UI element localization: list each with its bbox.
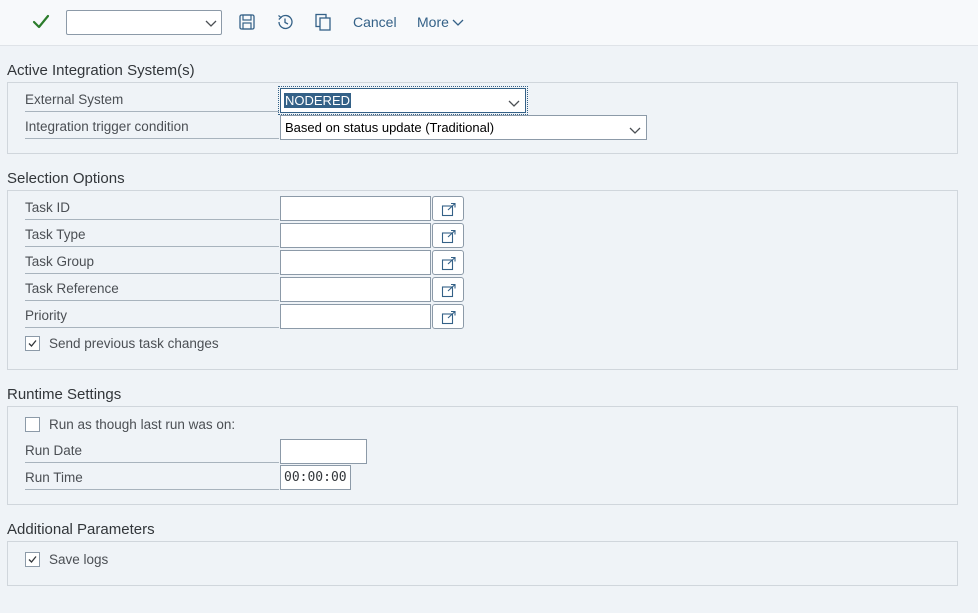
run-time-value: 00:00:00: [284, 470, 347, 485]
chevron-down-icon: [205, 17, 217, 32]
runtime-group: Run as though last run was on: Run Date …: [7, 406, 958, 505]
priority-input[interactable]: [280, 304, 431, 329]
run-time-input[interactable]: 00:00:00: [280, 465, 351, 490]
section-title-additional: Additional Parameters: [7, 521, 155, 538]
multiple-selection-icon: [441, 310, 456, 325]
run-as-checkbox[interactable]: [25, 417, 40, 432]
additional-group: Save logs: [7, 541, 958, 586]
task-type-label: Task Type: [25, 223, 279, 247]
priority-multiselect-button[interactable]: [432, 304, 464, 329]
external-system-dropdown[interactable]: NODERED: [278, 86, 528, 115]
variant-select[interactable]: [66, 10, 222, 35]
task-group-label: Task Group: [25, 250, 279, 274]
chevron-down-icon: [629, 123, 641, 138]
task-reference-input[interactable]: [280, 277, 431, 302]
chevron-down-icon: [508, 96, 520, 111]
more-label: More: [417, 14, 449, 30]
external-system-value: NODERED: [284, 93, 352, 108]
task-group-multiselect-button[interactable]: [432, 250, 464, 275]
external-system-label: External System: [25, 88, 279, 112]
multiple-selection-icon: [441, 229, 456, 244]
copy-icon[interactable]: [313, 12, 333, 32]
multiple-selection-icon: [441, 256, 456, 271]
run-as-label[interactable]: Run as though last run was on:: [49, 417, 235, 432]
run-date-label: Run Date: [25, 439, 279, 463]
save-icon[interactable]: [237, 12, 257, 32]
run-time-label: Run Time: [25, 466, 279, 490]
task-id-label: Task ID: [25, 196, 279, 220]
send-previous-label[interactable]: Send previous task changes: [49, 336, 219, 351]
selection-group: Task ID Task Type Task Group Task Refere…: [7, 190, 958, 370]
trigger-condition-dropdown[interactable]: Based on status update (Traditional): [280, 115, 647, 140]
integration-group: External System NODERED Integration trig…: [7, 82, 958, 154]
checkmark-icon: [28, 340, 37, 347]
checkmark-icon[interactable]: [30, 11, 52, 33]
save-logs-label[interactable]: Save logs: [49, 552, 108, 567]
task-reference-label: Task Reference: [25, 277, 279, 301]
checkmark-icon: [28, 556, 37, 563]
task-type-multiselect-button[interactable]: [432, 223, 464, 248]
run-date-input[interactable]: [280, 439, 367, 464]
multiple-selection-icon: [441, 202, 456, 217]
multiple-selection-icon: [441, 283, 456, 298]
trigger-condition-value: Based on status update (Traditional): [285, 120, 495, 135]
section-title-runtime: Runtime Settings: [7, 386, 122, 403]
task-id-input[interactable]: [280, 196, 431, 221]
task-group-input[interactable]: [280, 250, 431, 275]
cancel-button[interactable]: Cancel: [353, 14, 397, 30]
task-type-input[interactable]: [280, 223, 431, 248]
save-logs-checkbox[interactable]: [25, 552, 40, 567]
section-title-selection: Selection Options: [7, 170, 125, 187]
task-reference-multiselect-button[interactable]: [432, 277, 464, 302]
more-button[interactable]: More: [417, 14, 464, 30]
priority-label: Priority: [25, 304, 279, 328]
toolbar: Cancel More: [0, 0, 978, 46]
send-previous-checkbox[interactable]: [25, 336, 40, 351]
task-id-multiselect-button[interactable]: [432, 196, 464, 221]
trigger-condition-label: Integration trigger condition: [25, 115, 279, 139]
section-title-integration: Active Integration System(s): [7, 62, 195, 79]
history-icon[interactable]: [275, 12, 295, 32]
chevron-down-icon: [452, 14, 464, 30]
